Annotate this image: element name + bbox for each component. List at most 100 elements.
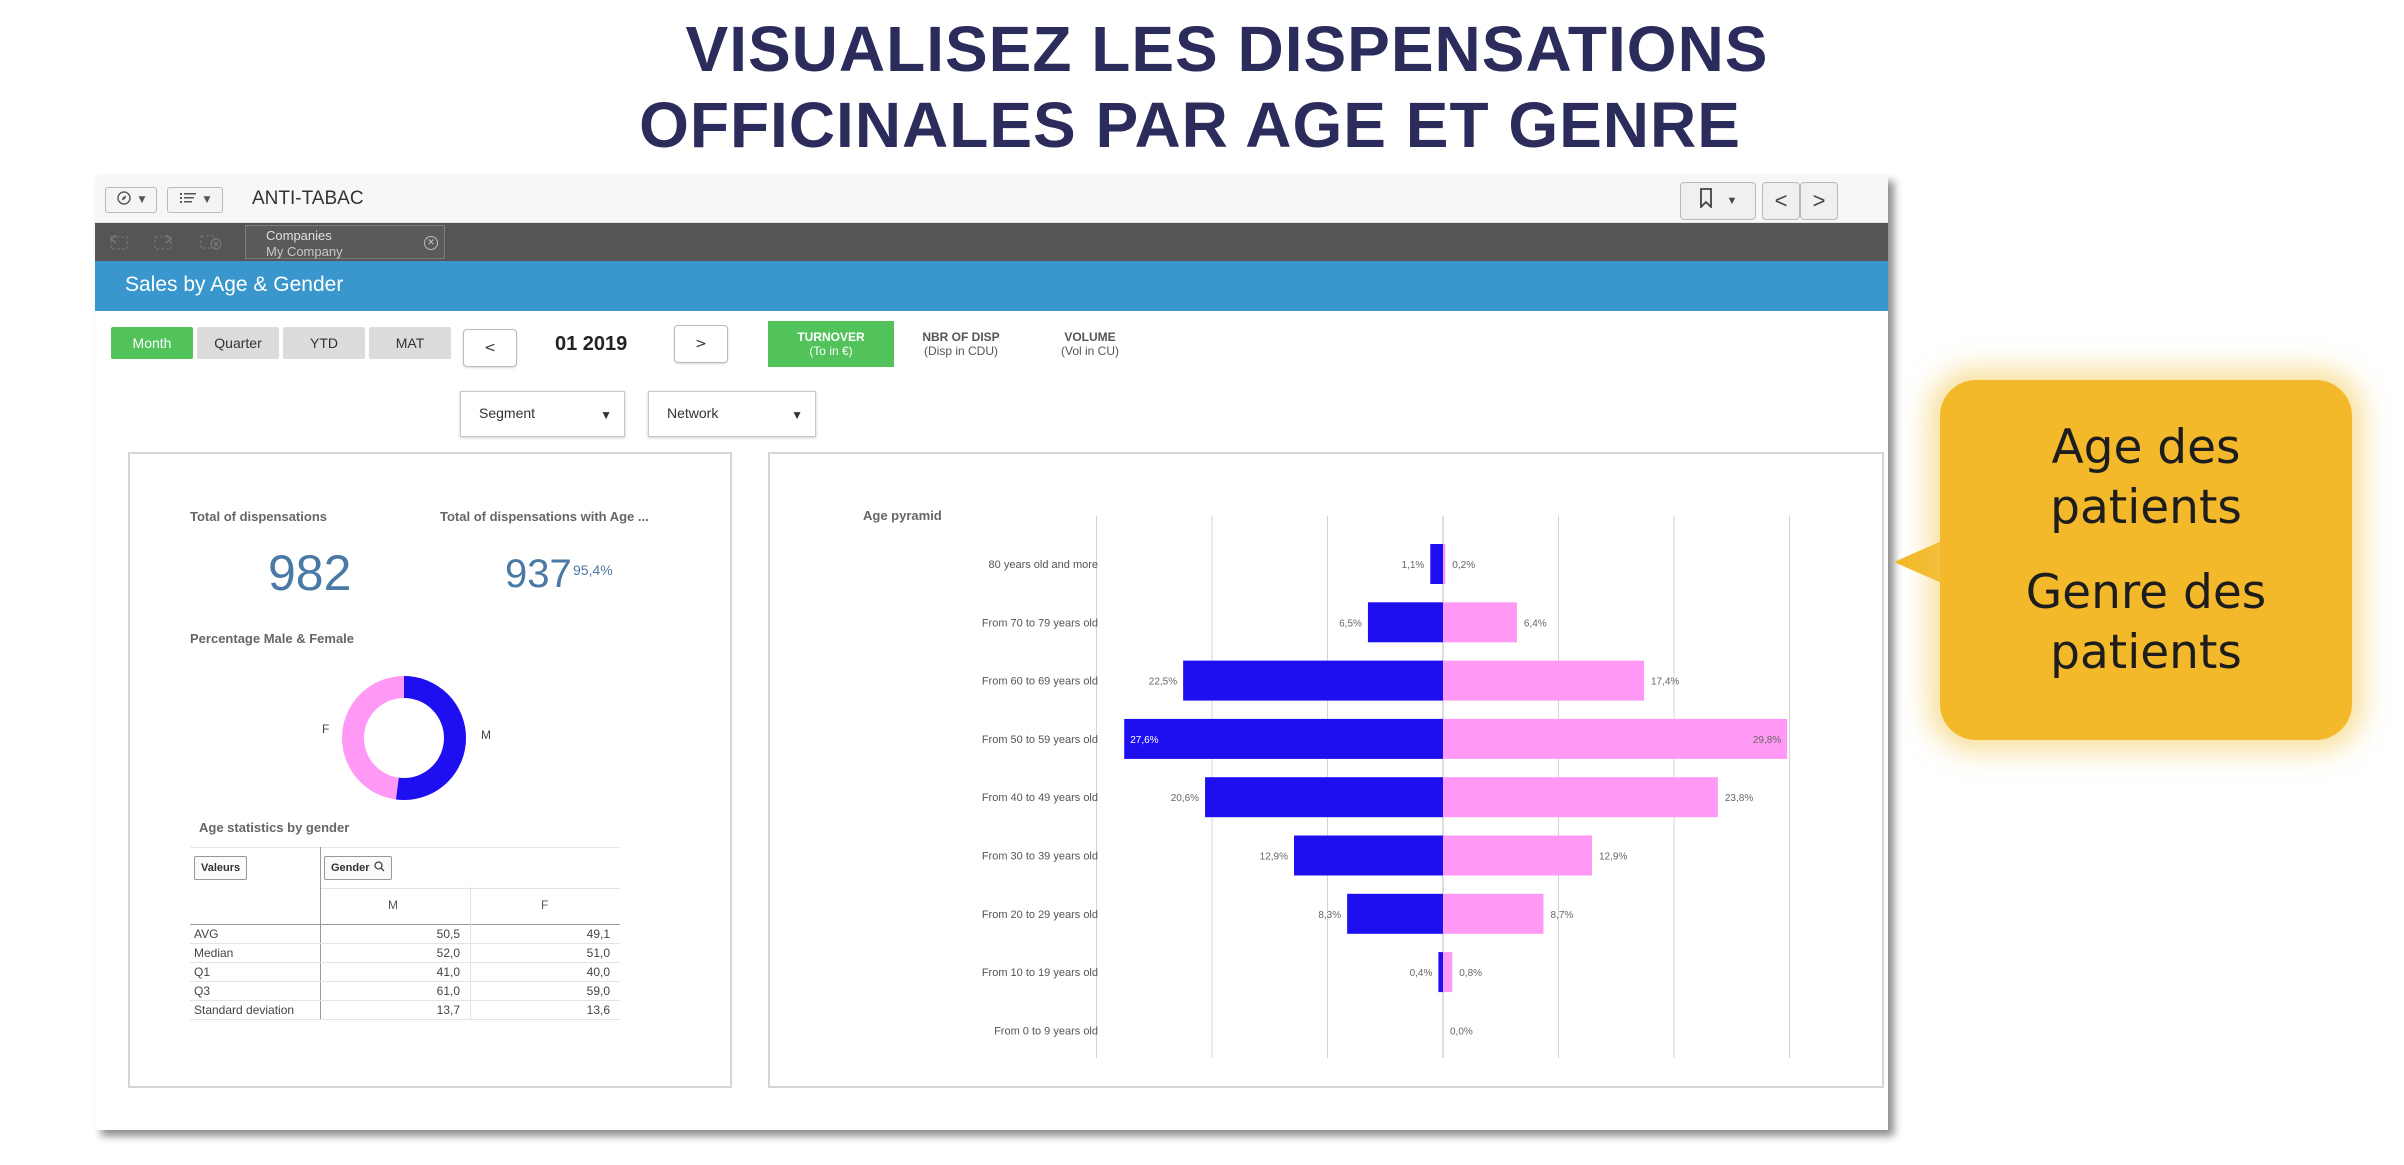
bar-right[interactable] [1443, 835, 1592, 876]
row-value-m: 50,5 [436, 927, 460, 941]
callout-line-2: patients [2050, 480, 2242, 535]
period-button-month[interactable]: Month [111, 327, 193, 359]
previous-sheet-button[interactable]: < [1762, 182, 1800, 220]
measure-button-nbr-of-disp[interactable]: NBR OF DISP (Disp in CDU) [898, 321, 1024, 367]
data-label-right: 0,0% [1450, 1026, 1473, 1037]
gender-chip[interactable]: Gender [324, 856, 392, 880]
data-label-left: 1,1% [1401, 560, 1424, 571]
age-pyramid-chart: 80 years old and more 1,1% 0,2% From 70 to … [982, 516, 1790, 1058]
measure-name: NBR OF DISP [922, 330, 1000, 344]
bar-left[interactable] [1205, 777, 1443, 818]
period-button-ytd[interactable]: YTD [283, 327, 365, 359]
column-header-m: M [388, 898, 398, 912]
data-label-left: 8,3% [1318, 910, 1341, 921]
row-value-f: 49,1 [586, 927, 610, 941]
data-label-left: 27,6% [1130, 735, 1158, 746]
bar-left[interactable] [1183, 660, 1443, 701]
row-label: Median [194, 946, 234, 960]
bar-left[interactable] [1347, 893, 1443, 934]
headline-line-2: OFFICINALES PAR AGE ET GENRE [639, 89, 1741, 161]
chevron-down-icon: ▼ [1726, 195, 1738, 207]
measure-button-volume[interactable]: VOLUME (Vol in CU) [1027, 321, 1153, 367]
category-label: From 30 to 39 years old [982, 851, 1098, 863]
age-stats-title: Age statistics by gender [199, 820, 350, 835]
bar-right[interactable] [1443, 893, 1544, 934]
current-period: 01 2019 [555, 333, 628, 355]
bar-left[interactable] [1367, 602, 1443, 643]
row-value-f: 40,0 [586, 965, 610, 979]
measure-name: VOLUME [1064, 330, 1116, 344]
row-value-f: 13,6 [586, 1003, 610, 1017]
table-row: Q1 41,0 40,0 [190, 963, 620, 982]
callout-line-4: patients [2050, 625, 2242, 680]
row-value-m: 52,0 [436, 946, 460, 960]
chevron-left-icon: < [1774, 188, 1788, 213]
bar-right[interactable] [1443, 777, 1718, 818]
bar-right[interactable] [1443, 952, 1453, 993]
row-label: AVG [194, 927, 219, 941]
age-stats-table: Valeurs Gender M F AVG 50,5 49,1 Median 52,… [190, 847, 620, 1020]
navigation-menu-button[interactable]: ▼ [105, 187, 157, 213]
data-label-left: 6,5% [1339, 618, 1362, 629]
row-label: Q3 [194, 984, 211, 998]
clear-selections-icon[interactable] [199, 233, 222, 251]
measure-unit: (Vol in CU) [1060, 344, 1119, 358]
bar-right[interactable] [1443, 602, 1517, 643]
data-label-left: 12,9% [1260, 852, 1288, 863]
bar-right[interactable] [1443, 660, 1644, 701]
previous-period-button[interactable]: < [463, 329, 517, 367]
donut-label-male: M [481, 728, 491, 742]
category-label: From 0 to 9 years old [994, 1025, 1098, 1037]
kpi-age-percent: 95,4% [573, 562, 613, 578]
table-row: Median 52,0 51,0 [190, 944, 620, 963]
network-dropdown[interactable]: Network ▼ [648, 391, 816, 437]
bar-left[interactable] [1430, 544, 1443, 584]
chevron-down-icon: ▼ [203, 195, 211, 205]
selection-chip-companies[interactable]: Companies My Company ✕ [245, 225, 445, 259]
bookmarks-button[interactable]: ▼ [1680, 182, 1756, 220]
sheet-menu-button[interactable]: ▼ [167, 187, 223, 213]
slide: VISUALISEZ LES DISPENSATIONS OFFICINALES… [0, 0, 2404, 1165]
app-title: ANTI-TABAC [252, 188, 364, 209]
measure-name: TURNOVER [797, 330, 865, 344]
step-forward-icon[interactable] [153, 233, 175, 251]
values-chip[interactable]: Valeurs [194, 856, 248, 880]
donut-label-female: F [322, 722, 330, 736]
data-label-left: 0,4% [1410, 968, 1433, 979]
chevron-down-icon: ▼ [138, 195, 146, 205]
data-label-right: 0,8% [1459, 968, 1482, 979]
next-period-button[interactable]: > [674, 325, 728, 363]
step-back-icon[interactable] [107, 233, 129, 251]
bar-right[interactable] [1443, 718, 1788, 759]
row-value-m: 41,0 [436, 965, 460, 979]
bookmark-icon [1699, 188, 1713, 214]
measure-unit: (Disp in CDU) [923, 344, 998, 358]
row-value-m: 61,0 [436, 984, 460, 998]
bar-left[interactable] [1438, 952, 1443, 993]
category-label: 80 years old and more [989, 559, 1098, 571]
period-button-mat[interactable]: MAT [369, 327, 451, 359]
measure-button-turnover[interactable]: TURNOVER (To in €) [768, 321, 894, 367]
kpi-total-value: 982 [268, 545, 352, 601]
close-icon[interactable]: ✕ [424, 236, 438, 250]
gender-donut-chart [342, 676, 466, 800]
gender-donut-title: Percentage Male & Female [190, 631, 355, 646]
segment-dropdown[interactable]: Segment ▼ [460, 391, 625, 437]
callout-line-1: Age des [2051, 420, 2241, 475]
table-row: Standard deviation 13,7 13,6 [190, 1001, 620, 1020]
bar-right[interactable] [1443, 544, 1446, 584]
chevron-right-icon: > [1812, 188, 1826, 213]
data-label-right: 12,9% [1599, 852, 1627, 863]
gender-chip-label: Gender [331, 862, 370, 874]
callout-box: Age des patients Genre des patients [1940, 380, 2352, 740]
data-label-right: 6,4% [1524, 618, 1547, 629]
headline-line-1: VISUALISEZ LES DISPENSATIONS [685, 13, 1769, 85]
bar-left[interactable] [1294, 835, 1443, 876]
row-value-f: 59,0 [586, 984, 610, 998]
row-value-m: 13,7 [436, 1003, 460, 1017]
bar-left[interactable] [1124, 718, 1443, 759]
selection-field-value: My Company [266, 244, 343, 259]
next-sheet-button[interactable]: > [1800, 182, 1838, 220]
period-button-quarter[interactable]: Quarter [197, 327, 279, 359]
data-label-left: 22,5% [1149, 677, 1177, 688]
